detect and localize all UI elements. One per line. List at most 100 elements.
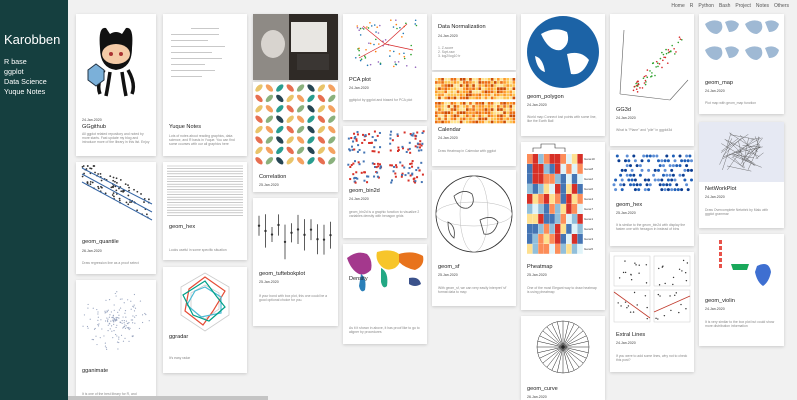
card-title[interactable]: PCA plot [349, 77, 371, 83]
curve-circle-image [521, 316, 605, 378]
card-geom-sf[interactable]: geom_sf 25.Jan.2020 With geom_sf, we can… [432, 170, 516, 306]
side-menu-item-r-base[interactable]: R base [4, 57, 47, 67]
card-title[interactable]: geom_map [705, 80, 733, 86]
card-density[interactable]: Density As it it shown in above, it has … [343, 244, 427, 344]
card-calendar[interactable]: Calendar 24.Jan.2020 Draw Heatmap in Cal… [432, 72, 516, 166]
sidebar: Karobben R base ggplot Data Science Yuqu… [0, 0, 68, 400]
card-title[interactable]: gganimate [82, 368, 108, 374]
card-date: 24.Jan.2020 [527, 103, 547, 107]
card-extral-lines[interactable]: Extral Lines 24.Jan.2020 If you were to … [610, 252, 694, 372]
card-geom-map[interactable]: geom_map 24.Jan.2020 Plot map with geom_… [699, 14, 784, 114]
card-title[interactable]: Calendar [438, 127, 461, 133]
card-geom-hex-2[interactable]: geom_hex 25.Jan.2020 It is similar to th… [610, 150, 694, 246]
card-title[interactable]: geom_quantile [82, 239, 119, 245]
card-date: 25.Jan.2020 [259, 183, 279, 187]
card-ggradar[interactable]: ggradar It's easy radar [163, 267, 247, 373]
card-date: 24.Jan.2020 [438, 34, 458, 38]
card-description: 1. Z-score 2. Sqrt-raw 3. log2/log10 tr [438, 46, 461, 59]
card-pca-plot[interactable]: PCA plot 24.Jan.2020 ggbiplot by ggplot … [343, 14, 427, 120]
gganimate-map-image [76, 280, 156, 360]
card-date: 25.Jan.2020 [438, 273, 458, 277]
card-description: As it it shown in above, it has proof li… [349, 326, 420, 335]
card-yuque-notes[interactable]: Yuque Notes Lots of notes about reading … [163, 14, 247, 156]
card-pheatmap[interactable]: Gene10 Gene8 Gene2 Gene6 Gene4 Gene7 Gene1 Gene… [521, 142, 605, 310]
card-description: All ggplot related repository and noted … [82, 132, 150, 145]
card-title[interactable]: geom_tuftebokplot [259, 271, 305, 277]
card-data-normalization[interactable]: Data Normalization 24.Jan.2020 1. Z-scor… [432, 14, 516, 70]
heatmap-row-label: Gene2 [584, 177, 593, 181]
heatmap-row-label: Gene5 [584, 247, 593, 251]
card-geom-quantile[interactable]: geom_quantile 26.Jan.2020 Draw regressio… [76, 162, 156, 274]
side-menu-item-yuque-notes[interactable]: Yuque Notes [4, 87, 47, 97]
correlation-matrix-image [253, 82, 338, 168]
card-title[interactable]: Yuque Notes [169, 124, 201, 130]
card-title[interactable]: Pheatmap [527, 264, 553, 270]
card-title[interactable]: geom_hex [169, 224, 195, 230]
card-geom-curve[interactable]: geom_curve 26.Jan.2020 [521, 316, 605, 400]
card-title[interactable]: GG3d [616, 107, 631, 113]
violin-plot-image [699, 234, 784, 296]
radar-chart-image [163, 267, 247, 337]
card-ggithub[interactable]: 24.Jan.2020 GGgithub All ggplot related … [76, 14, 156, 156]
card-title[interactable]: GGgithub [82, 124, 106, 130]
card-tufteboxplot[interactable]: geom_tuftebokplot 25.Jan.2020 If your bo… [253, 198, 338, 326]
site-title[interactable]: Karobben [4, 32, 60, 47]
card-title[interactable]: geom_bin2d [349, 188, 380, 194]
nav-link-project[interactable]: Project [735, 3, 751, 9]
card-title[interactable]: geom_polygon [527, 94, 564, 100]
card-date: 24.Jan.2020 [705, 89, 725, 93]
card-geom-polygon[interactable]: geom_polygon 24.Jan.2020 World map Conne… [521, 14, 605, 136]
top-nav: Home R Python Bash Project Notes Others [671, 3, 789, 9]
bin2d-world-map-image [343, 126, 427, 186]
nav-link-others[interactable]: Others [774, 3, 789, 9]
card-geom-bin2d[interactable]: geom_bin2d 24.Jan.2020 geom_bin2d is a g… [343, 126, 427, 238]
card-date: 24.Jan.2020 [705, 307, 725, 311]
card-title[interactable]: Extral Lines [616, 332, 645, 338]
card-correlation[interactable]: Correlation 25.Jan.2020 [253, 82, 338, 192]
heatmap-row-label: Gene7 [584, 207, 593, 211]
card-description: One of the most Elegant way to draw heat… [527, 286, 597, 295]
card-date: 25.Jan.2020 [527, 273, 547, 277]
card-date: 24.Jan.2020 [82, 118, 102, 122]
side-menu: R base ggplot Data Science Yuque Notes [4, 57, 47, 97]
card-date: 25.Jan.2020 [616, 211, 636, 215]
card-photo[interactable] [253, 14, 338, 80]
card-geom-violin[interactable]: geom_violin 24.Jan.2020 It is very simil… [699, 234, 784, 346]
card-title[interactable]: NetWorkPlot [705, 186, 736, 192]
card-description: Draw Overcomplete Netwbrk by Malu with g… [705, 208, 769, 217]
nav-link-notes[interactable]: Notes [756, 3, 769, 9]
card-geom-hex[interactable]: geom_hex Looks useful in some specific s… [163, 162, 247, 260]
card-title[interactable]: geom_sf [438, 264, 459, 270]
card-networkplot[interactable]: NetWorkPlot 24.Jan.2020 Draw Overcomplet… [699, 122, 784, 228]
heatmap-row-label: Gene8 [584, 167, 593, 171]
nav-link-bash[interactable]: Bash [719, 3, 730, 9]
card-gg3d[interactable]: GG3d 24.Jan.2020 What is "Plane" and "pi… [610, 14, 694, 146]
card-title[interactable]: geom_violin [705, 298, 735, 304]
card-title[interactable]: Correlation [259, 174, 286, 180]
nav-link-python[interactable]: Python [698, 3, 714, 9]
horizontal-scrollbar[interactable] [68, 396, 268, 400]
heatmap-row-label: Gene6 [584, 187, 593, 191]
card-date: 24.Jan.2020 [349, 197, 369, 201]
card-description: It is similar to the geom_bin2d with dis… [616, 223, 686, 232]
network-plot-image [699, 122, 784, 182]
card-title[interactable]: Density [349, 276, 368, 282]
nav-link-home[interactable]: Home [671, 3, 684, 9]
card-title[interactable]: ggradar [169, 334, 188, 340]
card-description: Lots of notes about reading graphics, da… [169, 134, 235, 147]
card-description: geom_bin2d is a graphic function to visu… [349, 210, 420, 219]
card-description: Draw Heatmap in Calendar with ggplot [438, 149, 497, 153]
nav-link-r[interactable]: R [690, 3, 694, 9]
card-title[interactable]: Data Normalization [438, 24, 486, 30]
quantile-scatter-image [76, 162, 156, 232]
card-gganimate[interactable]: gganimate It is one of the best library … [76, 280, 156, 400]
card-date: 24.Jan.2020 [438, 136, 458, 140]
side-menu-item-ggplot[interactable]: ggplot [4, 67, 47, 77]
side-menu-item-data-science[interactable]: Data Science [4, 77, 47, 87]
card-title[interactable]: geom_hex [616, 202, 642, 208]
hex-world-map-image [610, 150, 694, 198]
card-title[interactable]: geom_curve [527, 386, 558, 392]
card-description: World map Connect lost points with some … [527, 115, 597, 124]
card-date: 25.Jan.2020 [259, 280, 279, 284]
card-date: 24.Jan.2020 [616, 341, 636, 345]
